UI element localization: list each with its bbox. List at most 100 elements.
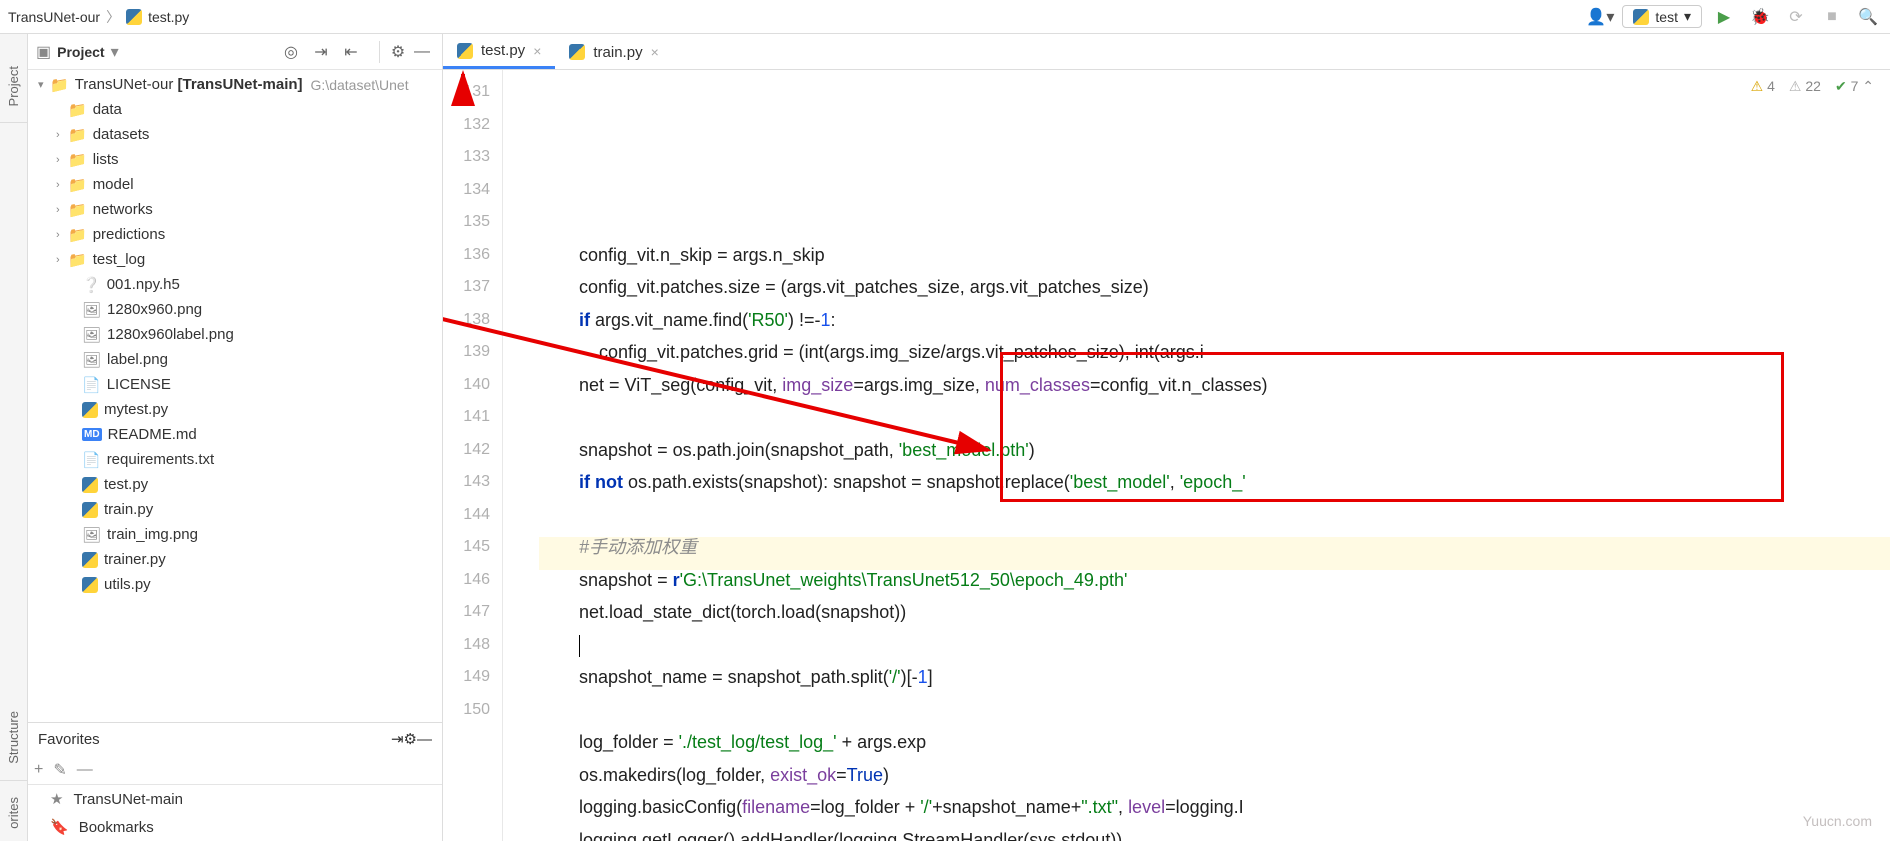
tree-file[interactable]: mytest.py [28, 397, 442, 422]
line-number[interactable]: 142 [443, 434, 490, 467]
code-line[interactable]: logging.getLogger().addHandler(logging.S… [539, 824, 1890, 841]
tree-folder[interactable]: ›📁lists [28, 147, 442, 172]
debug-button[interactable]: 🐞 [1746, 3, 1774, 31]
rail-project[interactable]: Project [6, 54, 21, 118]
tree-file[interactable]: 🖼train_img.png [28, 522, 442, 547]
chevron-right-icon[interactable]: › [56, 254, 68, 266]
line-number[interactable]: 150 [443, 694, 490, 727]
chevron-right-icon[interactable]: › [56, 229, 68, 241]
tree-file[interactable]: 🖼1280x960.png [28, 297, 442, 322]
tree-file[interactable]: trainer.py [28, 547, 442, 572]
line-number[interactable]: 135 [443, 206, 490, 239]
chevron-right-icon[interactable]: › [56, 129, 68, 141]
tree-file[interactable]: test.py [28, 472, 442, 497]
bookmark-item[interactable]: 🔖 Bookmarks [28, 813, 442, 841]
line-number[interactable]: 140 [443, 369, 490, 402]
code-line[interactable]: #手动添加权重 [539, 531, 1890, 564]
code-line[interactable] [539, 401, 1890, 434]
breadcrumb-file[interactable]: test.py [148, 9, 189, 25]
hide-button[interactable]: — [410, 40, 434, 64]
tree-file[interactable]: MDREADME.md [28, 422, 442, 447]
chevron-right-icon[interactable]: › [56, 154, 68, 166]
gear-icon[interactable]: ⚙ [386, 40, 410, 64]
stop-button[interactable]: ■ [1818, 3, 1846, 31]
code-line[interactable] [539, 629, 1890, 662]
line-number[interactable]: 133 [443, 141, 490, 174]
code-line[interactable]: logging.basicConfig(filename=log_folder … [539, 791, 1890, 824]
chevron-right-icon[interactable]: › [56, 204, 68, 216]
gear-icon[interactable]: ⚙ [404, 730, 417, 748]
line-number[interactable]: 146 [443, 564, 490, 597]
code-line[interactable]: net.load_state_dict(torch.load(snapshot)… [539, 596, 1890, 629]
run-config-selector[interactable]: test ▾ [1622, 5, 1702, 28]
run-button[interactable]: ▶ [1710, 3, 1738, 31]
line-number[interactable]: 132 [443, 109, 490, 142]
collapse-all-icon[interactable]: ⇤ [339, 40, 363, 64]
run-coverage-button[interactable]: ⟳ [1782, 3, 1810, 31]
tree-file[interactable]: 🖼label.png [28, 347, 442, 372]
line-number[interactable]: 149 [443, 661, 490, 694]
line-number[interactable]: 136 [443, 239, 490, 272]
editor-tab[interactable]: train.py× [555, 35, 672, 69]
code-line[interactable]: config_vit.patches.size = (args.vit_patc… [539, 271, 1890, 304]
edit-button[interactable]: ✎ [53, 760, 66, 780]
chevron-down-icon[interactable]: ▾ [38, 78, 50, 91]
line-number[interactable]: 147 [443, 596, 490, 629]
editor-tab[interactable]: test.py× [443, 35, 555, 69]
inspections-widget[interactable]: ⚠ 4 ⚠ 22 ✔ 7 ⌃ [1751, 78, 1874, 95]
line-gutter[interactable]: 1311321331341351361371381391401411421431… [443, 70, 503, 841]
code-line[interactable]: if args.vit_name.find('R50') !=-1: [539, 304, 1890, 337]
line-number[interactable]: 148 [443, 629, 490, 662]
remove-button[interactable]: — [77, 761, 93, 779]
tree-file[interactable]: ❔001.npy.h5 [28, 272, 442, 297]
line-number[interactable]: 137 [443, 271, 490, 304]
tree-file[interactable]: 🖼1280x960label.png [28, 322, 442, 347]
rail-structure[interactable]: Structure [6, 699, 21, 776]
tree-folder[interactable]: ›📁datasets [28, 122, 442, 147]
code-line[interactable]: snapshot = r'G:\TransUnet_weights\TransU… [539, 564, 1890, 597]
favorite-item[interactable]: ★ TransUNet-main [28, 785, 442, 813]
tree-file[interactable]: train.py [28, 497, 442, 522]
code-line[interactable]: net = ViT_seg(config_vit, img_size=args.… [539, 369, 1890, 402]
line-number[interactable]: 131 [443, 76, 490, 109]
tree-file[interactable]: utils.py [28, 572, 442, 597]
code-line[interactable]: log_folder = './test_log/test_log_' + ar… [539, 726, 1890, 759]
rail-favorites[interactable]: orites [6, 785, 21, 841]
tree-folder[interactable]: ›📁test_log [28, 247, 442, 272]
tree-folder[interactable]: ›📁model [28, 172, 442, 197]
line-number[interactable]: 144 [443, 499, 490, 532]
code-line[interactable]: os.makedirs(log_folder, exist_ok=True) [539, 759, 1890, 792]
user-icon[interactable]: 👤▾ [1586, 3, 1614, 31]
add-button[interactable]: + [34, 761, 43, 779]
tree-file[interactable]: 📄LICENSE [28, 372, 442, 397]
close-icon[interactable]: × [651, 44, 659, 60]
code-line[interactable]: if not os.path.exists(snapshot): snapsho… [539, 466, 1890, 499]
code-line[interactable]: config_vit.patches.grid = (int(args.img_… [539, 336, 1890, 369]
line-number[interactable]: 139 [443, 336, 490, 369]
code-line[interactable]: snapshot_name = snapshot_path.split('/')… [539, 661, 1890, 694]
code-line[interactable] [539, 499, 1890, 532]
expand-all-icon[interactable]: ⇥ [309, 40, 333, 64]
chevron-right-icon[interactable]: › [56, 179, 68, 191]
select-opened-icon[interactable]: ◎ [279, 40, 303, 64]
line-number[interactable]: 141 [443, 401, 490, 434]
code-line[interactable] [539, 694, 1890, 727]
tree-folder[interactable]: ›📁networks [28, 197, 442, 222]
breadcrumb-root[interactable]: TransUNet-our [8, 9, 100, 25]
expand-all-icon[interactable]: ⇥ [391, 730, 404, 748]
line-number[interactable]: 138 [443, 304, 490, 337]
project-tree[interactable]: ▾ 📁 TransUNet-our [TransUNet-main] G:\da… [28, 70, 442, 722]
line-number[interactable]: 143 [443, 466, 490, 499]
chevron-down-icon[interactable]: ▾ [111, 42, 119, 62]
tree-folder[interactable]: 📁data [28, 97, 442, 122]
code-editor[interactable]: config_vit.n_skip = args.n_skip config_v… [503, 70, 1890, 841]
breadcrumb[interactable]: TransUNet-our 〉 test.py [8, 7, 189, 27]
tree-root[interactable]: ▾ 📁 TransUNet-our [TransUNet-main] G:\da… [28, 72, 442, 97]
code-line[interactable]: config_vit.n_skip = args.n_skip [539, 239, 1890, 272]
close-icon[interactable]: × [533, 43, 541, 59]
hide-button[interactable]: — [417, 731, 432, 748]
line-number[interactable]: 145 [443, 531, 490, 564]
search-button[interactable]: 🔍 [1854, 3, 1882, 31]
tree-file[interactable]: 📄requirements.txt [28, 447, 442, 472]
code-line[interactable]: snapshot = os.path.join(snapshot_path, '… [539, 434, 1890, 467]
